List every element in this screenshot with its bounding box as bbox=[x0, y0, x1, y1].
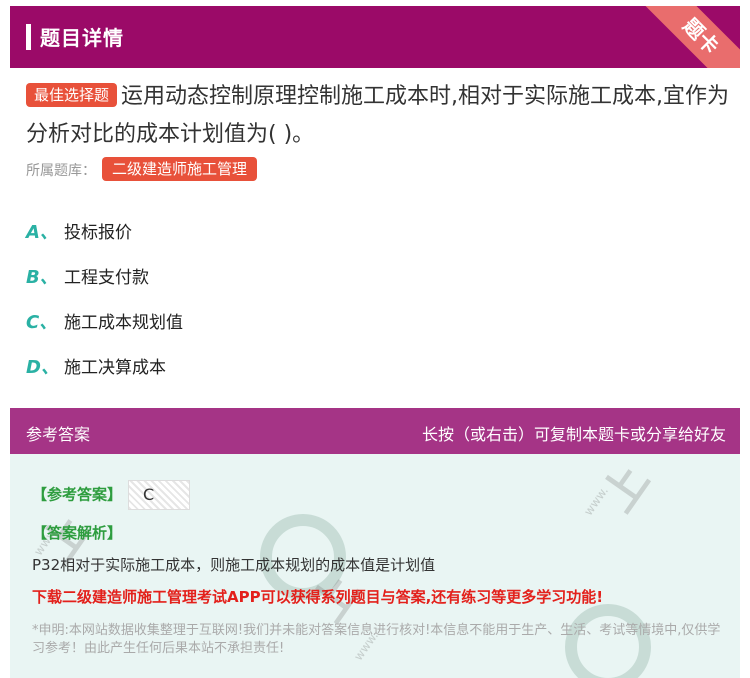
question-type-badge: 最佳选择题 bbox=[26, 83, 118, 107]
option-text: 投标报价 bbox=[64, 223, 132, 243]
corner-ribbon: 题卡 bbox=[635, 6, 740, 68]
answer-panel: 上 上 上 www. www. www. 【参考答案】 C 【答案解析】 P32相… bbox=[10, 454, 740, 678]
header-bar: 题目详情 题卡 bbox=[10, 6, 740, 68]
options-list: A、 投标报价 B、 工程支付款 C、 施工成本规划值 D、 施工决算成本 bbox=[26, 208, 183, 388]
app-download-promo[interactable]: 下载二级建造师施工管理考试APP可以获得系列题目与答案,还有练习等更多学习功能! bbox=[32, 586, 603, 607]
option-letter: A、 bbox=[26, 221, 58, 243]
reference-answer-image: C bbox=[128, 480, 191, 510]
analysis-label: 【答案解析】 bbox=[32, 524, 123, 542]
reference-answer-value: C bbox=[143, 485, 155, 504]
title-accent-bar bbox=[26, 24, 31, 50]
reference-answer-label: 【参考答案】 bbox=[32, 485, 123, 504]
option-letter: D、 bbox=[26, 356, 59, 378]
bank-tag[interactable]: 二级建造师施工管理 bbox=[102, 157, 258, 181]
analysis-text: P32相对于实际施工成本，则施工成本规划的成本值是计划值 bbox=[32, 556, 436, 574]
disclaimer: *申明:本网站数据收集整理于互联网!我们并未能对答案信息进行核对!本信息不能用于… bbox=[32, 623, 721, 656]
answer-section-bar: 参考答案 长按（或右击）可复制本题卡或分享给好友 bbox=[10, 408, 740, 454]
option-a[interactable]: A、 投标报价 bbox=[26, 208, 183, 253]
option-letter: C、 bbox=[26, 311, 58, 333]
option-b[interactable]: B、 工程支付款 bbox=[26, 253, 183, 298]
option-text: 工程支付款 bbox=[64, 268, 149, 288]
question-text: 运用动态控制原理控制施工成本时,相对于实际施工成本,宜作为分析对比的成本计划值为… bbox=[26, 84, 730, 147]
question-bank: 所属题库： 二级建造师施工管理 bbox=[26, 157, 258, 181]
option-letter: B、 bbox=[26, 266, 58, 288]
option-text: 施工成本规划值 bbox=[64, 313, 183, 333]
bank-label: 所属题库： bbox=[26, 163, 96, 179]
question-stem: 最佳选择题 运用动态控制原理控制施工成本时,相对于实际施工成本,宜作为分析对比的成… bbox=[26, 78, 731, 154]
option-d[interactable]: D、 施工决算成本 bbox=[26, 343, 183, 388]
option-c[interactable]: C、 施工成本规划值 bbox=[26, 298, 183, 343]
share-hint[interactable]: 长按（或右击）可复制本题卡或分享给好友 bbox=[422, 421, 726, 445]
page-title: 题目详情 bbox=[40, 26, 124, 50]
option-text: 施工决算成本 bbox=[64, 358, 166, 378]
answer-section-title: 参考答案 bbox=[26, 425, 91, 444]
reference-answer: 【参考答案】 C bbox=[32, 480, 191, 510]
